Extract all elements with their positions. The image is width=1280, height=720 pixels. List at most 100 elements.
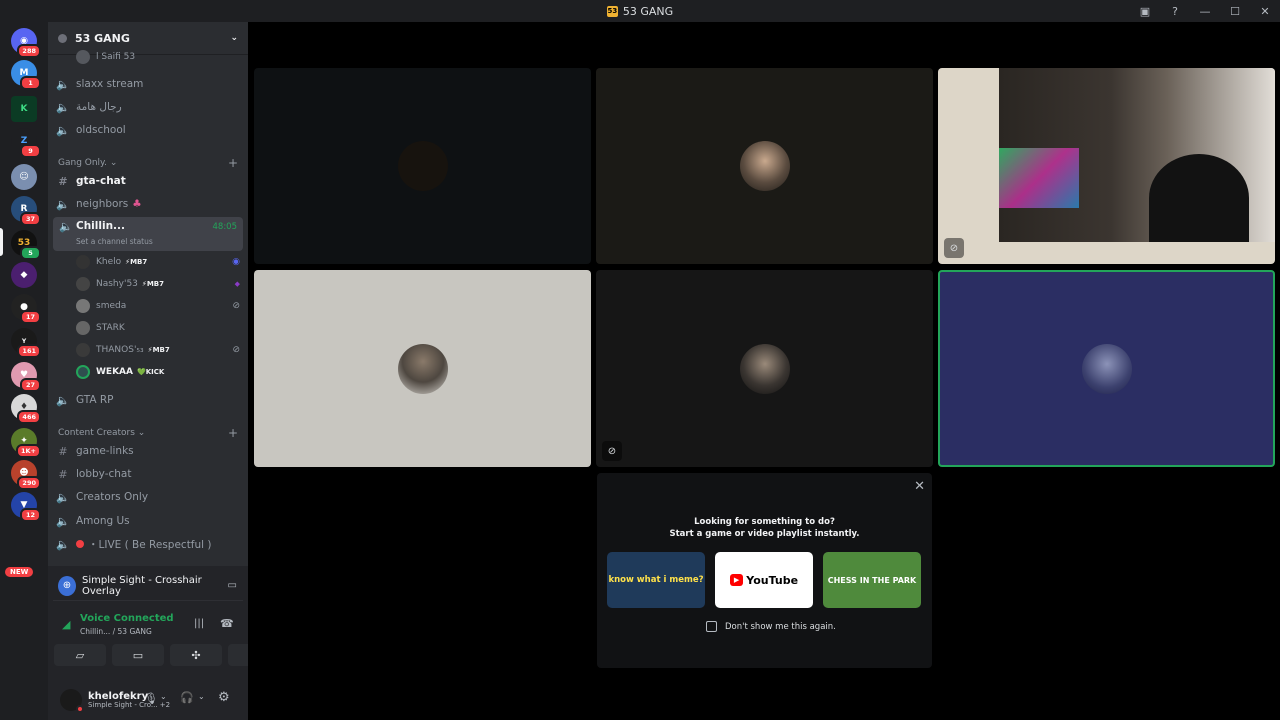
channel-live[interactable]: 🔈 ・LIVE ( Be Respectful ) — [56, 533, 244, 555]
chevron-down-icon[interactable]: ⌄ — [198, 692, 205, 701]
channel-status[interactable]: Set a channel status — [76, 237, 153, 246]
speaker-icon: 🔈 — [56, 490, 70, 504]
category-content-creators[interactable]: Content Creators ⌄ + — [58, 426, 238, 440]
deafened-icon: ⊘ — [232, 345, 240, 355]
voice-user-smeda[interactable]: smeda ⊘ — [76, 296, 240, 316]
server-icon[interactable]: Y 161 — [11, 328, 41, 358]
deafened-icon: ⊘ — [232, 301, 240, 311]
microphone-icon[interactable]: 🎙 — [144, 692, 158, 705]
live-dot-icon — [76, 540, 84, 548]
avatar — [76, 277, 90, 291]
channel-gta-rp[interactable]: 🔈 GTA RP — [56, 389, 244, 411]
channel-lobby-chat[interactable]: # lobby-chat — [56, 463, 244, 485]
share-screen-button[interactable]: ▭ — [112, 644, 164, 666]
participant-tile[interactable] — [254, 270, 591, 467]
add-channel-icon[interactable]: + — [228, 156, 238, 170]
noise-suppression-icon[interactable]: ||| — [194, 618, 204, 629]
avatar — [76, 365, 90, 379]
activity-row[interactable]: ⊕ Simple Sight - Crosshair Overlay ▭ — [53, 571, 243, 601]
speaker-icon: 🔈 — [56, 100, 70, 114]
activity-icon: ◆ — [234, 280, 240, 288]
disconnect-icon[interactable]: ☎ — [220, 617, 234, 630]
server-icon[interactable]: ♥ 27 — [11, 362, 41, 392]
settings-gear-icon[interactable]: ⚙ — [218, 690, 230, 705]
chevron-down-icon[interactable]: ⌄ — [160, 692, 167, 701]
speaker-icon: 🔈 — [56, 393, 70, 407]
voice-user-stark[interactable]: STARK — [76, 318, 240, 338]
participant-avatar — [739, 141, 790, 191]
speaker-icon: 🔈 — [56, 514, 70, 528]
maximize-button[interactable]: ☐ — [1220, 5, 1250, 18]
chevron-down-icon[interactable]: ⌄ — [230, 33, 238, 43]
youtube-card[interactable]: ▶ YouTube — [715, 552, 813, 608]
channel-gta-chat[interactable]: # gta-chat — [56, 170, 244, 192]
title-bar: 53 53 GANG ▣ ? — ☐ ✕ — [0, 0, 1280, 22]
channel-oldschool[interactable]: 🔈 oldschool — [56, 119, 244, 141]
avatar — [76, 321, 90, 335]
channel-creators-only[interactable]: 🔈 Creators Only — [56, 486, 244, 508]
channel-neighbors[interactable]: 🔈 neighbors ♣ — [56, 193, 244, 215]
avatar — [76, 299, 90, 313]
status-dnd-icon — [76, 705, 84, 713]
server-icon[interactable]: R 37 — [11, 196, 41, 226]
participant-avatar — [397, 343, 448, 394]
channel-chillin[interactable]: 🔈 Chillin... 48:05 Set a channel status — [53, 217, 243, 251]
channel-among-us[interactable]: 🔈 Among Us — [56, 510, 244, 532]
participant-video-tile[interactable]: ⊘ — [938, 68, 1275, 264]
voice-user[interactable]: ا Saifi 53 — [76, 47, 240, 67]
voice-connected-title[interactable]: Voice Connected — [80, 613, 174, 624]
voice-user-thanos[interactable]: THANOS'₅₃ ⚡MB7 ⊘ — [76, 340, 240, 360]
headphones-icon[interactable]: 🎧 — [180, 691, 194, 704]
server-icon[interactable]: ☻ 290 — [11, 460, 41, 490]
direct-messages-icon[interactable]: ◉ 288 — [11, 28, 41, 58]
clover-icon: ♣ — [132, 198, 142, 210]
category-gang-only[interactable]: Gang Only. ⌄ + — [58, 156, 238, 170]
promo-line1: Looking for something to do? — [694, 517, 835, 527]
speaker-icon: 🔈 — [56, 537, 70, 551]
server-icon-53-gang[interactable]: 53 5 — [11, 230, 41, 260]
server-icon[interactable]: ✦ 1K+ — [11, 428, 41, 458]
camera-off-button[interactable]: ▱ — [54, 644, 106, 666]
participant-tile[interactable] — [254, 68, 591, 264]
server-icon[interactable]: K — [11, 96, 37, 122]
activities-button[interactable]: ✣ — [170, 644, 222, 666]
chess-in-the-park-card[interactable]: CHESS IN THE PARK — [823, 552, 921, 608]
participant-tile-speaking[interactable] — [938, 270, 1275, 467]
voice-connected-sub[interactable]: Chillin... / 53 GANG — [80, 627, 152, 636]
voice-user-wekaa[interactable]: WEKAA 💚KICK — [76, 362, 240, 382]
channel-slaxx-stream[interactable]: 🔈 slaxx stream — [56, 73, 244, 95]
streamer-silhouette — [1149, 154, 1249, 242]
voice-user-nashy[interactable]: Nashy'53 ⚡MB7 ◆ — [76, 274, 240, 294]
dont-show-again-row[interactable]: Don't show me this again. — [706, 621, 836, 632]
server-badge-icon — [58, 33, 67, 43]
help-icon[interactable]: ? — [1160, 5, 1190, 18]
server-list: ◉ 288 M1 K Z9 ☺ R 37 53 5 ◆ ● 17 Y 161 ♥ 27 ♦ 4… — [0, 22, 48, 720]
inbox-icon[interactable]: ▣ — [1130, 5, 1160, 18]
deafened-icon: ⊘ — [602, 441, 622, 461]
new-badge: NEW — [5, 567, 34, 577]
server-icon[interactable]: ● 17 — [11, 294, 41, 324]
dont-show-checkbox[interactable] — [706, 621, 717, 632]
pc-rgb-glow — [999, 148, 1079, 208]
participant-tile[interactable] — [596, 68, 933, 264]
minimize-button[interactable]: — — [1190, 5, 1220, 18]
close-window-button[interactable]: ✕ — [1250, 5, 1280, 18]
channel-voice[interactable]: 🔈 رجال هامة — [56, 96, 244, 118]
server-icon[interactable]: ☺ — [11, 164, 37, 190]
server-icon[interactable]: Z9 — [11, 128, 41, 158]
promo-line2: Start a game or video playlist instantly… — [669, 529, 860, 539]
screen-share-icon[interactable]: ▭ — [228, 580, 237, 591]
server-icon[interactable]: M1 — [11, 60, 41, 90]
server-icon[interactable]: ♦ 466 — [11, 394, 41, 424]
crosshair-icon: ⊕ — [58, 575, 76, 596]
add-channel-icon[interactable]: + — [228, 426, 238, 440]
channel-game-links[interactable]: # game-links — [56, 440, 244, 462]
close-icon[interactable]: ✕ — [914, 479, 925, 494]
server-icon[interactable]: ▼ 12 — [11, 492, 41, 522]
hash-icon: # — [58, 467, 68, 481]
participant-tile[interactable]: ⊘ — [596, 270, 933, 467]
voice-user-khelo[interactable]: Khelo ⚡MB7 ◉ — [76, 252, 240, 272]
know-what-i-meme-card[interactable]: know what i meme? — [607, 552, 705, 608]
server-icon[interactable]: ◆ — [11, 262, 37, 288]
avatar[interactable] — [60, 689, 84, 713]
